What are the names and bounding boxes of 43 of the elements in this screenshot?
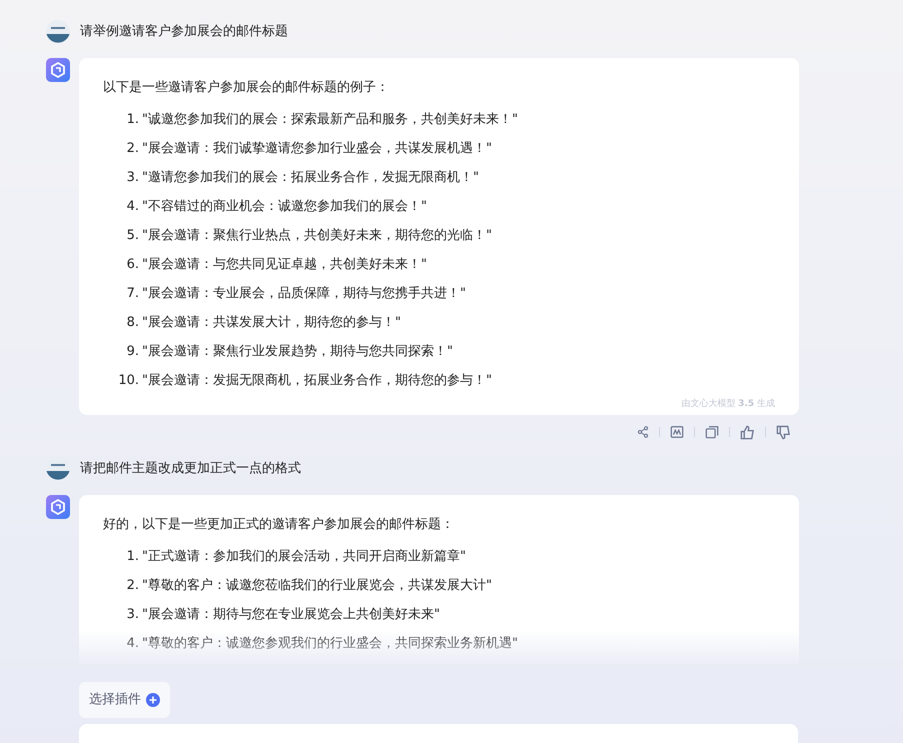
user-message: 请把邮件主题改成更加正式一点的格式: [80, 460, 301, 478]
list-item-text: "诚邀您参加我们的展会：探索最新产品和服务，共创美好未来！": [142, 111, 518, 130]
bot-logo-icon: [46, 58, 70, 82]
image-icon[interactable]: [670, 425, 684, 439]
list-number: 2.: [126, 140, 139, 158]
list-number: 10.: [117, 372, 139, 390]
avatar-icon: [46, 20, 70, 44]
user-message: 请举例邀请客户参加展会的邮件标题: [80, 23, 288, 42]
list-item-text: "不容错过的商业机会：诚邀您参加我们的展会！": [142, 198, 427, 216]
list-item-text: "展会邀请：专业展会，品质保障，期待与您携手共进！": [142, 285, 466, 304]
list-number: 8.: [126, 314, 139, 332]
answer-intro: 好的，以下是一些更加正式的邀请客户参加展会的邮件标题：: [103, 516, 455, 534]
list-item-text: "尊敬的客户：诚邀您参观我们的行业盛会，共同探索业务新机遇": [142, 635, 518, 654]
bot-logo-icon: [46, 495, 70, 519]
list-number: 7.: [126, 285, 139, 304]
list-item-text: "展会邀请：期待与您在专业展览会上共创美好未来": [142, 606, 440, 624]
list-number: 6.: [126, 256, 139, 274]
list-number: 3.: [126, 606, 139, 624]
list-number: 1.: [126, 548, 139, 566]
list-number: 5.: [126, 227, 139, 246]
list-number: 9.: [126, 343, 139, 362]
plugin-select-button[interactable]: 选择插件: [79, 682, 170, 718]
thumbs-up-icon[interactable]: [740, 424, 755, 440]
list-number: 4.: [126, 198, 139, 216]
answer-intro: 以下是一些邀请客户参加展会的邮件标题的例子：: [103, 79, 390, 97]
list-item-text: "展会邀请：聚焦行业发展趋势，期待与您共同探索！": [142, 343, 453, 362]
share-icon[interactable]: [637, 425, 649, 439]
list-item-text: "展会邀请：发掘无限商机，拓展业务合作，期待您的参与！": [142, 372, 492, 390]
list-number: 4.: [126, 635, 139, 654]
list-item-text: "正式邀请：参加我们的展会活动，共同开启商业新篇章": [142, 548, 466, 566]
generated-by-note: 由文心大模型 3.5 生成: [681, 398, 775, 410]
list-item-text: "展会邀请：我们诚挚邀请您参加行业盛会，共谋发展机遇！": [142, 140, 492, 158]
thumbs-down-icon[interactable]: [776, 424, 791, 440]
plus-icon: [146, 693, 160, 707]
list-item-text: "展会邀请：共谋发展大计，期待您的参与！": [142, 314, 401, 332]
copy-icon[interactable]: [705, 425, 719, 439]
list-number: 2.: [126, 577, 139, 596]
list-number: 1.: [126, 111, 139, 130]
list-item-text: "展会邀请：聚焦行业热点，共创美好未来，期待您的光临！": [142, 227, 492, 246]
list-item-text: "邀请您参加我们的展会：拓展业务合作，发掘无限商机！": [142, 169, 479, 188]
list-item-text: "尊敬的客户：诚邀您莅临我们的行业展览会，共谋发展大计": [142, 577, 492, 596]
list-number: 3.: [126, 169, 139, 188]
list-item-text: "展会邀请：与您共同见证卓越，共创美好未来！": [142, 256, 427, 274]
